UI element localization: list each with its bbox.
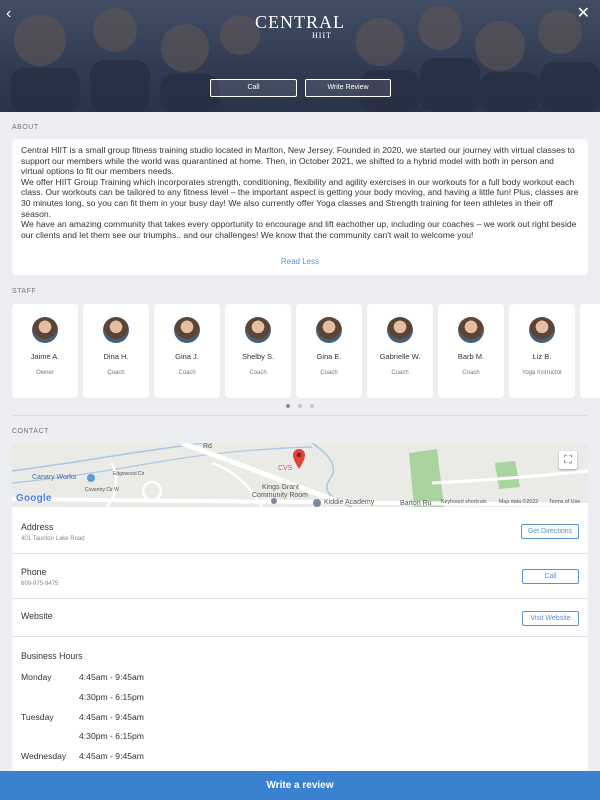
carousel-pagination: [282, 404, 322, 410]
hours-day: Monday: [21, 672, 52, 682]
map-pin-icon[interactable]: [292, 448, 306, 470]
map-road-label: Edgewood Cir: [113, 471, 145, 477]
staff-card[interactable]: Shelby S. Coach: [225, 304, 291, 398]
map-place-label: Kings Grant: [262, 484, 299, 491]
close-icon[interactable]: ✕: [577, 6, 590, 22]
avatar: [245, 317, 271, 343]
staff-role: Coach: [320, 370, 338, 376]
terms-link[interactable]: Terms of Use: [549, 499, 580, 505]
staff-name: Dina H.: [103, 352, 129, 361]
phone-value: 609-975-9475: [21, 581, 59, 587]
website-title: Website: [21, 611, 53, 621]
avatar: [103, 317, 129, 343]
call-button[interactable]: Call: [210, 79, 297, 97]
pagination-dot[interactable]: [286, 404, 290, 408]
hours-time: 4:30pm - 6:15pm: [79, 731, 144, 741]
logo-subtext: HIIT: [312, 31, 332, 40]
map-place-label: Canary Works: [32, 474, 77, 481]
staff-card[interactable]: Gina E. Coach: [296, 304, 362, 398]
google-logo: Google: [16, 493, 52, 504]
about-card: Central HIIT is a small group fitness tr…: [12, 139, 588, 275]
staff-name: Gina E.: [316, 352, 342, 361]
map-place-label: Community Room: [252, 492, 309, 499]
hours-day: Tuesday: [21, 712, 54, 722]
avatar: [387, 317, 413, 343]
avatar: [32, 317, 58, 343]
staff-role: Coach: [391, 370, 409, 376]
staff-name: Gina J.: [175, 352, 199, 361]
map-place-label: CVS: [278, 465, 293, 472]
map-road-label: Rd: [203, 443, 212, 450]
contact-card: Rd Edgewood Cir Coventry Cir W Canary Wo…: [12, 443, 588, 773]
about-paragraph: We offer HIIT Group Training which incor…: [21, 176, 579, 219]
address-title: Address: [21, 522, 54, 532]
visit-website-button[interactable]: Visit Website: [522, 611, 579, 626]
hours-time: 4:45am - 9:45am: [79, 751, 144, 761]
keyboard-shortcuts-link[interactable]: Keyboard shortcuts: [441, 499, 487, 505]
pagination-dot[interactable]: [310, 404, 314, 408]
hours-time: 4:30pm - 6:15pm: [79, 692, 144, 702]
address-value: 401 Taunton Lake Road: [21, 536, 85, 542]
avatar: [316, 317, 342, 343]
staff-card[interactable]: Dina H. Coach: [83, 304, 149, 398]
staff-role: Owner: [36, 370, 54, 376]
staff-name: Liz B.: [532, 352, 552, 361]
staff-card-partial[interactable]: [580, 304, 600, 398]
staff-name: Jaime A.: [30, 352, 60, 361]
phone-call-button[interactable]: Call: [522, 569, 579, 584]
staff-name: Shelby S.: [241, 352, 275, 361]
contact-section-label: CONTACT: [12, 428, 49, 435]
business-hours-title: Business Hours: [21, 651, 83, 661]
phone-title: Phone: [21, 567, 47, 577]
back-chevron-icon[interactable]: ‹: [6, 6, 11, 22]
write-a-review-button[interactable]: Write a review: [0, 771, 600, 800]
get-directions-button[interactable]: Get Directions: [521, 524, 579, 539]
hero-banner: ‹ ✕ CENTRAL HIIT Call Write Review: [0, 0, 600, 112]
staff-role: Coach: [462, 370, 480, 376]
staff-role: Coach: [107, 370, 125, 376]
staff-card[interactable]: Jaime A. Owner: [12, 304, 78, 398]
logo-text: CENTRAL: [255, 12, 345, 32]
staff-card[interactable]: Gina J. Coach: [154, 304, 220, 398]
about-paragraph: We have an amazing community that takes …: [21, 219, 577, 240]
read-less-link[interactable]: Read Less: [12, 257, 588, 268]
divider: [12, 415, 588, 416]
staff-name: Barb M.: [457, 352, 485, 361]
staff-card[interactable]: Barb M. Coach: [438, 304, 504, 398]
write-review-button[interactable]: Write Review: [305, 79, 391, 97]
pagination-dot[interactable]: [298, 404, 302, 408]
hours-day: Wednesday: [21, 751, 67, 761]
avatar: [458, 317, 484, 343]
logo: CENTRAL HIIT: [250, 12, 350, 42]
map-data-label: Map data ©2022: [499, 499, 539, 505]
hours-time: 4:45am - 9:45am: [79, 672, 144, 682]
map[interactable]: Rd Edgewood Cir Coventry Cir W Canary Wo…: [12, 443, 588, 507]
about-paragraph: Central HIIT is a small group fitness tr…: [21, 145, 575, 177]
phone-row: Phone 609-975-9475 Call: [12, 554, 588, 599]
address-row: Address 401 Taunton Lake Road Get Direct…: [12, 507, 588, 554]
map-road-label: Coventry Cir W: [85, 487, 119, 493]
staff-carousel[interactable]: Jaime A. Owner Dina H. Coach Gina J. Coa…: [12, 304, 600, 400]
website-row: Website Visit Website: [12, 599, 588, 637]
staff-role: Yoga Instructor: [521, 370, 563, 376]
about-section-label: ABOUT: [12, 124, 39, 131]
staff-role: Coach: [249, 370, 267, 376]
staff-section-label: STAFF: [12, 288, 37, 295]
avatar: [174, 317, 200, 343]
map-place-label: Kiddie Academy: [324, 499, 375, 506]
staff-name: Gabrielle W.: [379, 352, 421, 361]
staff-card[interactable]: Gabrielle W. Coach: [367, 304, 433, 398]
fullscreen-icon[interactable]: ⛶: [559, 451, 577, 469]
avatar: [529, 317, 555, 343]
staff-role: Coach: [178, 370, 196, 376]
map-place-label: Barton Ru: [400, 500, 432, 507]
staff-card[interactable]: Liz B. Yoga Instructor: [509, 304, 575, 398]
hours-time: 4:45am - 9:45am: [79, 712, 144, 722]
